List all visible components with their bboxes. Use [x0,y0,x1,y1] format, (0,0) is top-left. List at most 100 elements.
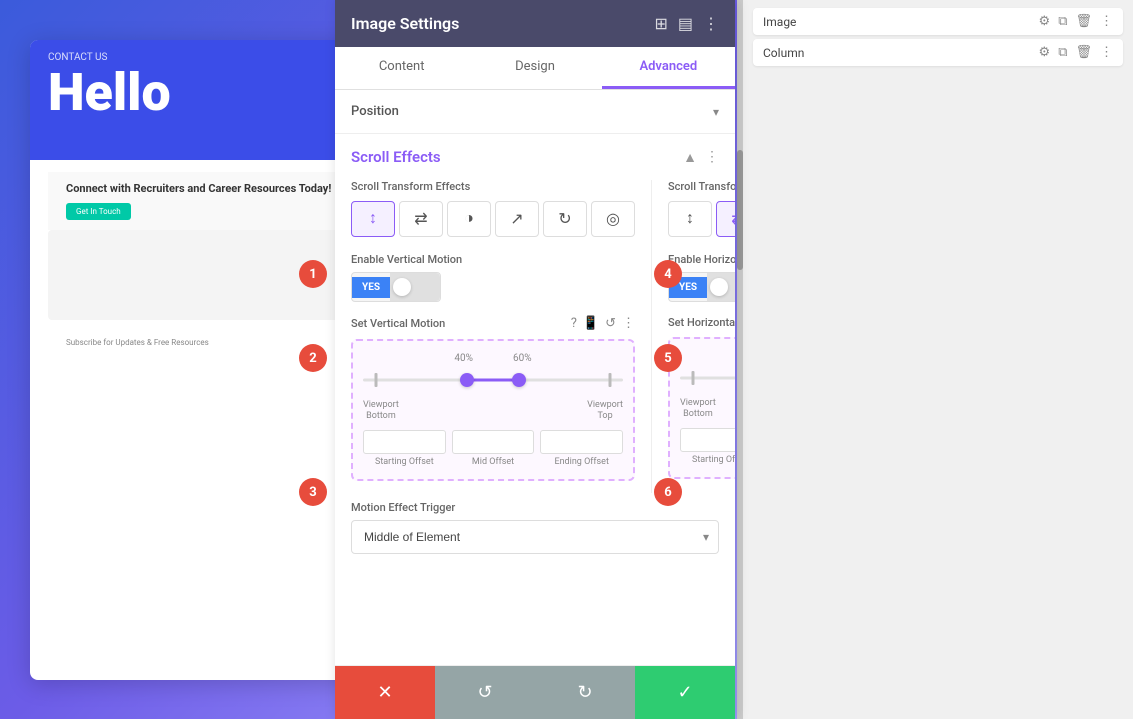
badge-2: 2 [299,344,327,372]
right-btn-vertical[interactable]: ↕ [668,201,712,237]
tab-content[interactable]: Content [335,47,468,89]
right-panel-bars: Image ⚙ ⧉ 🗑 ⋮ Column ⚙ ⧉ 🗑 ⋮ [743,0,1133,74]
right-slider-start-marker [692,371,695,385]
image-more-icon[interactable]: ⋮ [1100,14,1113,29]
left-enable-section: Enable Vertical Motion YES [335,249,651,312]
column-delete-icon[interactable]: 🗑 [1075,45,1092,60]
left-btn-rotate[interactable]: ↻ [543,201,587,237]
more-icon[interactable]: ⋮ [703,14,719,33]
badge-3: 3 [299,478,327,506]
badge-5: 5 [654,344,682,372]
panel-footer: ✕ ↺ ↻ ✓ [335,665,735,719]
right-viewport-bottom: ViewportBottom [680,398,716,420]
right-motion-label: Set Horizontal Motion [668,316,735,329]
column-copy-icon[interactable]: ⧉ [1058,45,1067,60]
position-section: Position ▾ [335,90,735,134]
redo-button[interactable]: ↻ [535,666,635,719]
left-transform-label: Scroll Transform Effects [351,180,635,193]
left-ending-offset-label: Ending Offset [540,457,623,468]
image-delete-icon[interactable]: 🗑 [1075,14,1092,29]
left-scroll-column: Scroll Transform Effects ↕ ⇄ ◑ ↗ ↻ ◎ Ena… [335,180,652,493]
scroll-effects-more-icon[interactable]: ⋮ [705,149,719,165]
left-ending-offset-group: -4 Ending Offset [540,430,623,468]
left-toggle-label: YES [352,277,390,298]
column-bar-label: Column [763,46,1031,60]
left-slider-labels: 40% 60% [363,353,623,364]
left-transform-section: Scroll Transform Effects ↕ ⇄ ◑ ↗ ↻ ◎ [335,180,651,249]
image-settings-icon[interactable]: ⚙ [1039,14,1051,29]
right-panel: Image ⚙ ⧉ 🗑 ⋮ Column ⚙ ⧉ 🗑 ⋮ [743,0,1133,719]
left-device-icon[interactable]: 📱 [583,316,599,331]
badge-1: 1 [299,260,327,288]
left-btn-scale[interactable]: ↗ [495,201,539,237]
position-chevron: ▾ [713,105,719,119]
left-enable-label: Enable Vertical Motion [351,253,635,266]
left-offset-inputs: 4 Starting Offset 0 Mid Offset -4 Ending… [363,430,623,468]
right-slider-track [680,377,735,380]
right-starting-offset-input[interactable]: -4 [680,428,735,452]
cancel-button[interactable]: ✕ [335,666,435,719]
tab-design[interactable]: Design [468,47,601,89]
panel-title: Image Settings [351,14,459,33]
right-motion-header: Set Horizontal Motion [668,316,735,329]
left-viewport-labels: ViewportBottom ViewportTop [363,400,623,422]
left-btn-fade[interactable]: ◑ [447,201,491,237]
right-toggle-thumb [710,278,728,296]
position-label: Position [351,104,399,119]
left-viewport-top: ViewportTop [587,400,623,422]
save-button[interactable]: ✓ [635,666,735,719]
left-slider-thumb2[interactable] [512,373,526,387]
left-help-icon[interactable]: ? [571,316,577,331]
trigger-select-wrapper: Middle of Element Top of Element Bottom … [351,520,719,554]
left-motion-icons: ? 📱 ↺ ⋮ [571,316,635,331]
right-starting-offset-label: Starting Offset [680,455,735,466]
scroll-effects-title: Scroll Effects [351,148,441,166]
left-btn-blur[interactable]: ◎ [591,201,635,237]
right-motion-section: Set Horizontal Motion 40% 60% [652,312,735,491]
right-scroll-column: Scroll Transform Effects ↕ ⇄ ◑ ↗ ↻ ◎ Ena… [652,180,735,493]
left-motion-box: 40% 60% ViewportBottom [351,339,635,481]
left-mid-offset-input[interactable]: 0 [452,430,535,454]
left-btn-vertical[interactable]: ↕ [351,201,395,237]
left-slider-pct2: 60% [513,353,532,364]
split-icon[interactable]: ▤ [678,14,693,33]
scroll-effects-header: Scroll Effects ▲ ⋮ [335,134,735,180]
right-offset-inputs: -4 Starting Offset 0 Mid Offset 4 Ending… [680,428,735,466]
undo-button[interactable]: ↺ [435,666,535,719]
get-in-touch-btn[interactable]: Get In Touch [66,203,131,220]
left-toggle[interactable]: YES [351,272,441,302]
scroll-effects-icons: ▲ ⋮ [683,149,719,166]
image-copy-icon[interactable]: ⧉ [1058,14,1067,29]
left-starting-offset-label: Starting Offset [363,457,446,468]
left-ending-offset-input[interactable]: -4 [540,430,623,454]
scroll-effects-columns: Scroll Transform Effects ↕ ⇄ ◑ ↗ ↻ ◎ Ena… [335,180,735,493]
left-slider[interactable] [363,370,623,390]
tab-advanced[interactable]: Advanced [602,47,735,89]
trigger-section: Motion Effect Trigger Middle of Element … [335,493,735,570]
panel-tabs: Content Design Advanced [335,47,735,90]
left-toggle-thumb [393,278,411,296]
right-transform-section: Scroll Transform Effects ↕ ⇄ ◑ ↗ ↻ ◎ [652,180,735,249]
left-reset-icon[interactable]: ↺ [605,316,616,331]
expand-icon[interactable]: ⊞ [654,14,667,33]
right-slider[interactable] [680,368,735,388]
right-slider-labels: 40% 60% [680,351,735,362]
panel-content: Position ▾ Scroll Effects ▲ ⋮ Scroll Tra… [335,90,735,665]
left-starting-offset-input[interactable]: 4 [363,430,446,454]
panel-header-icons: ⊞ ▤ ⋮ [654,14,719,33]
left-transform-buttons: ↕ ⇄ ◑ ↗ ↻ ◎ [351,201,635,237]
left-slider-thumb1[interactable] [460,373,474,387]
position-header[interactable]: Position ▾ [335,90,735,133]
column-settings-icon[interactable]: ⚙ [1039,45,1051,60]
image-bar: Image ⚙ ⧉ 🗑 ⋮ [753,8,1123,35]
left-btn-horizontal[interactable]: ⇄ [399,201,443,237]
badge-6: 6 [654,478,682,506]
left-starting-offset-group: 4 Starting Offset [363,430,446,468]
right-btn-horizontal[interactable]: ⇄ [716,201,735,237]
column-more-icon[interactable]: ⋮ [1100,45,1113,60]
scroll-effects-collapse-icon[interactable]: ▲ [683,149,697,166]
right-viewport-labels: ViewportBottom ViewportTop [680,398,735,420]
left-slider-end-marker [609,373,612,387]
trigger-select[interactable]: Middle of Element Top of Element Bottom … [351,520,719,554]
left-more-icon[interactable]: ⋮ [622,316,635,331]
